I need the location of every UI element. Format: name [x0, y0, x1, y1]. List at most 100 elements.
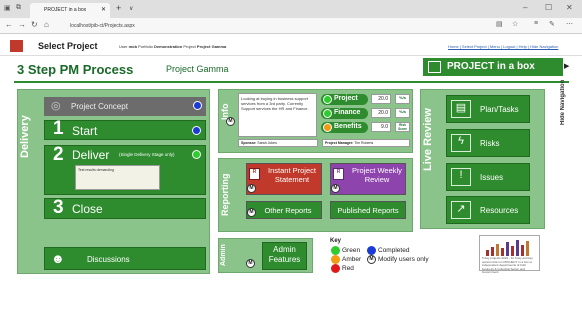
forward-icon[interactable]: →: [18, 20, 26, 29]
minimize-icon[interactable]: –: [523, 3, 527, 12]
refresh-icon[interactable]: ↻: [31, 20, 38, 29]
tab-list-icon[interactable]: ⧉: [16, 4, 21, 12]
project-description: Looking at buying in business support se…: [238, 93, 317, 137]
key-title: Key: [330, 238, 342, 244]
modify-badge-icon[interactable]: M: [226, 117, 235, 126]
project-concept-label: Project Concept: [71, 102, 128, 111]
benefits-status-value: 9.0: [371, 122, 391, 132]
key-green-dot: [331, 246, 340, 255]
reading-view-icon[interactable]: ▤: [496, 20, 503, 28]
maximize-icon[interactable]: ☐: [545, 3, 552, 12]
home-icon[interactable]: ⌂: [44, 20, 49, 29]
title-divider: [14, 81, 569, 83]
finance-status-value: 20.0: [371, 108, 391, 118]
key-amber-dot: [331, 255, 340, 264]
deliver-step-number: 2: [53, 144, 64, 165]
favorite-icon[interactable]: ☆: [512, 20, 518, 28]
weekly-modify-icon: M: [331, 184, 340, 193]
sponsor-value: Sarah Jukes: [257, 141, 277, 145]
bulb-icon: ◎: [51, 100, 61, 112]
close-step-number: 3: [53, 197, 64, 218]
portfolio-name: Demonstration: [153, 44, 183, 49]
risks-icon: ϟ: [451, 134, 471, 152]
tab-title: PROJECT in a box: [44, 7, 87, 13]
admin-features-button[interactable]: Admin Features: [262, 242, 307, 270]
close-label: Close: [72, 202, 103, 216]
portfolio-prefix: Portfolio: [138, 44, 153, 49]
top-nav-links[interactable]: Home | Select Project | Menu | Logout | …: [448, 44, 558, 49]
concept-status-dot: [193, 101, 202, 110]
url-input[interactable]: localhost/pib-ct/Projects.aspx: [58, 21, 508, 32]
sponsor-field: Sponsor: Sarah Jukes: [238, 139, 318, 147]
admin-label: Admin: [220, 244, 227, 266]
key-completed-dot: [367, 246, 376, 255]
published-reports-button[interactable]: Published Reports: [330, 201, 406, 219]
report-pdf-icon: R: [249, 168, 260, 180]
user-name: mob: [128, 44, 138, 49]
user-prefix: User: [119, 44, 128, 49]
browser-menu-icon[interactable]: ▣: [4, 4, 11, 12]
start-button[interactable]: 1 Start: [44, 118, 206, 140]
manager-field: Project Manager: Tim Roberts: [322, 139, 410, 147]
manager-value: Tim Roberts: [354, 141, 374, 145]
expand-arrow-icon[interactable]: ▶: [564, 62, 569, 70]
project-status-value: 20.0: [371, 94, 391, 104]
benefits-status-unit: Risk Score: [395, 122, 410, 132]
cube-icon: [428, 61, 441, 73]
start-label: Start: [72, 124, 98, 138]
process-title: 3 Step PM Process: [17, 62, 134, 77]
notes-icon[interactable]: ✎: [549, 20, 555, 28]
plan-tasks-icon: ▤: [451, 100, 471, 118]
benefits-status-dot: [323, 123, 332, 132]
discussion-people-icon: ☻: [51, 251, 65, 266]
deliver-status-dot: [192, 150, 201, 159]
hide-navigation-toggle[interactable]: Hide Navigation: [560, 70, 580, 125]
window-close-icon[interactable]: ✕: [566, 3, 573, 12]
discussions-label: Discussions: [87, 255, 130, 264]
promo-box[interactable]: 5 day projects 2022 - for busy and key s…: [479, 235, 540, 274]
key-red-label: Red: [342, 265, 354, 272]
brand-banner: PROJECT in a box: [423, 58, 563, 76]
back-icon[interactable]: ←: [5, 20, 13, 29]
issues-icon: !: [451, 168, 471, 186]
start-step-number: 1: [53, 118, 64, 139]
more-icon[interactable]: ⋯: [566, 20, 573, 28]
resources-chart-icon: ↗: [451, 201, 471, 219]
key-amber-label: Amber: [342, 256, 362, 263]
page-title: Select Project: [38, 41, 98, 51]
context-line: User mob Portfolio Demonstration Project…: [119, 44, 226, 49]
finance-status-unit: %/s: [395, 108, 410, 118]
hub-icon[interactable]: ≡: [534, 20, 538, 27]
close-button[interactable]: 3 Close: [44, 197, 206, 219]
key-modify-icon: M: [367, 255, 376, 264]
project-status-unit: %/s: [395, 94, 410, 104]
browser-tab[interactable]: PROJECT in a box ✕: [30, 3, 110, 18]
project-concept-button[interactable]: ◎ Project Concept: [44, 97, 206, 116]
other-reports-button[interactable]: Other Reports: [246, 201, 322, 219]
live-review-label: Live Review: [422, 108, 434, 172]
tab-close-icon[interactable]: ✕: [101, 6, 106, 13]
finance-status-dot: [323, 109, 332, 118]
info-label: Info: [220, 103, 230, 121]
app-logo-icon: [10, 40, 23, 52]
start-status-dot: [192, 126, 201, 135]
promo-chart-graphic: [484, 238, 536, 256]
key-green-label: Green: [342, 247, 361, 254]
delivery-label: Delivery: [19, 115, 31, 159]
sponsor-label: Sponsor:: [241, 141, 257, 145]
key-completed-label: Completed: [378, 247, 410, 254]
promo-text: 5 day projects 2022 - for busy and key s…: [482, 256, 533, 274]
discussions-button[interactable]: ☻ Discussions: [44, 247, 206, 270]
manager-label: Project Manager:: [325, 141, 354, 145]
deliver-label: Deliver: [72, 148, 110, 162]
tab-list-chevron[interactable]: ∨: [129, 5, 133, 12]
key-modify-label: Modify users only: [378, 256, 429, 263]
project-name-header: Project Gamma: [196, 44, 227, 49]
deliver-notes-field[interactable]: Test results demanding: [75, 165, 160, 190]
project-prefix: Project: [183, 44, 196, 49]
new-tab-button[interactable]: +: [116, 3, 121, 13]
project-status-dot: [323, 95, 332, 104]
deliver-note: (Single Delivery Stage only): [119, 152, 175, 157]
reporting-label: Reporting: [220, 173, 230, 217]
review-pdf-icon: R: [333, 168, 344, 180]
